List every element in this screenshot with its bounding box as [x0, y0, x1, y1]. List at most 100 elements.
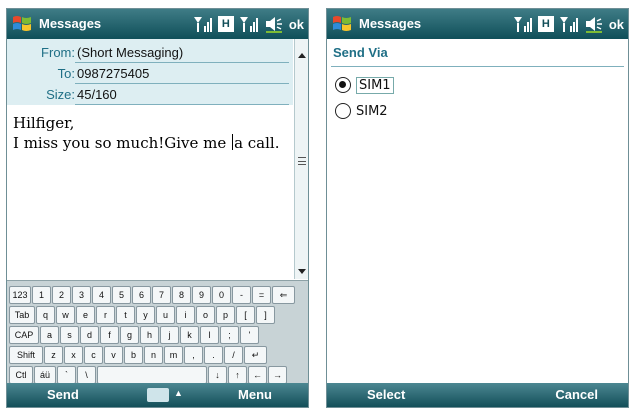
key[interactable]: z — [44, 346, 63, 364]
key[interactable]: g — [120, 326, 139, 344]
scroll-up-icon[interactable] — [296, 50, 308, 62]
input-menu-caret-icon[interactable]: ▲ — [174, 388, 183, 398]
key[interactable]: , — [184, 346, 203, 364]
enter-key[interactable]: ↵ — [244, 346, 267, 364]
key[interactable]: 2 — [52, 286, 71, 304]
accent-key[interactable]: áü — [34, 366, 56, 384]
key[interactable]: b — [124, 346, 143, 364]
key[interactable]: 5 — [112, 286, 131, 304]
key[interactable]: l — [200, 326, 219, 344]
select-softkey[interactable]: Select — [367, 387, 405, 402]
data-connection-icon[interactable] — [193, 15, 213, 33]
signal-strength-icon[interactable] — [239, 15, 259, 33]
app-title: Messages — [359, 16, 422, 31]
radio-selected-icon[interactable] — [335, 77, 351, 93]
tab-key[interactable]: Tab — [9, 306, 35, 324]
key[interactable]: = — [252, 286, 271, 304]
scrollbar[interactable] — [294, 39, 308, 279]
message-body-input[interactable]: Hilfiger, I miss you so much!Give me a c… — [13, 113, 291, 153]
option-sim2[interactable]: SIM2 — [335, 101, 388, 121]
key[interactable]: j — [160, 326, 179, 344]
backspace-key[interactable]: ⇐ — [272, 286, 295, 304]
key[interactable]: 1 — [32, 286, 51, 304]
text-caret — [232, 134, 234, 150]
arrow-right-key[interactable]: → — [268, 366, 287, 384]
signal-strength-icon[interactable] — [559, 15, 579, 33]
arrow-down-key[interactable]: ↓ — [208, 366, 227, 384]
key[interactable]: w — [56, 306, 75, 324]
keyboard-icon[interactable] — [147, 388, 169, 402]
radio-unselected-icon[interactable] — [335, 103, 351, 119]
key[interactable]: c — [84, 346, 103, 364]
key[interactable]: s — [60, 326, 79, 344]
title-bar: Messages H ok — [7, 9, 308, 39]
key[interactable]: t — [116, 306, 135, 324]
key[interactable]: 7 — [152, 286, 171, 304]
key[interactable]: ` — [57, 366, 76, 384]
key[interactable]: m — [164, 346, 183, 364]
key[interactable]: 4 — [92, 286, 111, 304]
size-value: 45/160 — [77, 87, 117, 102]
key[interactable]: / — [224, 346, 243, 364]
key[interactable]: u — [156, 306, 175, 324]
title-bar: Messages H ok — [327, 9, 628, 39]
key[interactable]: k — [180, 326, 199, 344]
key[interactable]: y — [136, 306, 155, 324]
key[interactable]: ; — [220, 326, 239, 344]
key[interactable]: a — [40, 326, 59, 344]
menu-softkey[interactable]: Menu — [238, 387, 272, 402]
key[interactable]: - — [232, 286, 251, 304]
key[interactable]: 6 — [132, 286, 151, 304]
windows-start-icon[interactable] — [11, 13, 33, 35]
key[interactable]: ' — [240, 326, 259, 344]
key[interactable]: v — [104, 346, 123, 364]
key[interactable]: n — [144, 346, 163, 364]
key[interactable]: 8 — [172, 286, 191, 304]
scroll-down-icon[interactable] — [296, 265, 308, 277]
message-text: I miss you so much!Give me — [13, 134, 232, 152]
key[interactable]: 0 — [212, 286, 231, 304]
ok-button[interactable]: ok — [289, 17, 304, 32]
keyboard-row: 123 1 2 3 4 5 6 7 8 9 0 - = ⇐ — [9, 286, 295, 304]
volume-icon[interactable] — [584, 15, 604, 33]
key[interactable]: \ — [77, 366, 96, 384]
ctrl-key[interactable]: Ctl — [9, 366, 33, 384]
send-softkey[interactable]: Send — [47, 387, 79, 402]
key[interactable]: p — [216, 306, 235, 324]
status-tray: H ok — [513, 13, 624, 35]
key[interactable]: q — [36, 306, 55, 324]
windows-start-icon[interactable] — [331, 13, 353, 35]
key[interactable]: d — [80, 326, 99, 344]
key[interactable]: 9 — [192, 286, 211, 304]
key[interactable]: e — [76, 306, 95, 324]
key[interactable]: i — [176, 306, 195, 324]
key[interactable]: x — [64, 346, 83, 364]
app-title: Messages — [39, 16, 102, 31]
data-connection-icon[interactable] — [513, 15, 533, 33]
key[interactable]: h — [140, 326, 159, 344]
volume-icon[interactable] — [264, 15, 284, 33]
from-value: (Short Messaging) — [77, 45, 184, 60]
key[interactable]: 123 — [9, 286, 31, 304]
caps-lock-key[interactable]: CAP — [9, 326, 39, 344]
arrow-left-key[interactable]: ← — [248, 366, 267, 384]
key[interactable]: r — [96, 306, 115, 324]
shift-key[interactable]: Shift — [9, 346, 43, 364]
cancel-softkey[interactable]: Cancel — [555, 387, 598, 402]
ok-button[interactable]: ok — [609, 17, 624, 32]
key[interactable]: o — [196, 306, 215, 324]
key[interactable]: 3 — [72, 286, 91, 304]
spacebar-key[interactable] — [97, 366, 207, 384]
option-label: SIM2 — [356, 103, 388, 119]
key[interactable]: f — [100, 326, 119, 344]
to-field[interactable]: To: 0987275405 — [7, 63, 293, 85]
key[interactable]: [ — [236, 306, 255, 324]
key[interactable]: . — [204, 346, 223, 364]
message-line: Hilfiger, — [13, 114, 75, 132]
option-sim1[interactable]: SIM1 — [335, 75, 394, 95]
from-field[interactable]: From: (Short Messaging) — [7, 42, 293, 64]
key[interactable]: ] — [256, 306, 275, 324]
from-label: From: — [41, 45, 75, 60]
scroll-thumb-grip[interactable] — [298, 157, 306, 165]
arrow-up-key[interactable]: ↑ — [228, 366, 247, 384]
